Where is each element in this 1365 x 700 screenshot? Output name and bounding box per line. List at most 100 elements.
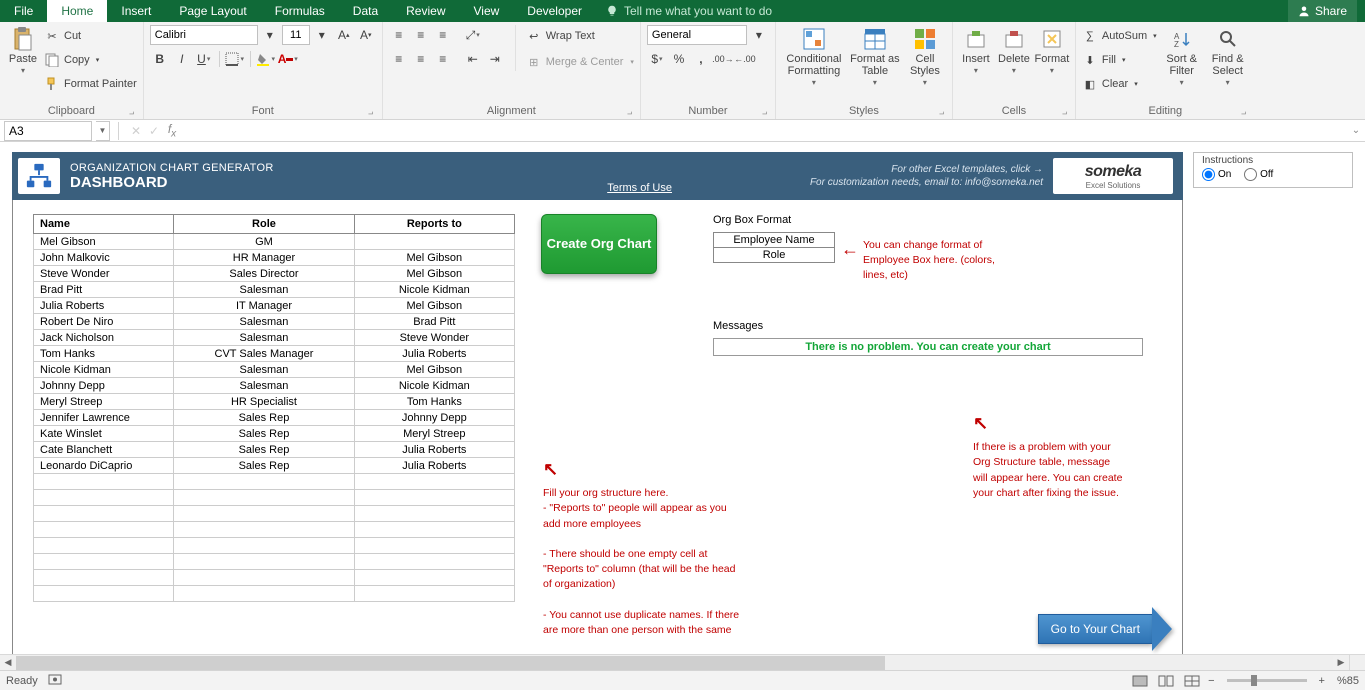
cell-reports[interactable]	[354, 234, 514, 250]
cell-role[interactable]: GM	[174, 234, 354, 250]
cell-empty[interactable]	[34, 522, 174, 538]
tab-file[interactable]: File	[0, 0, 47, 22]
table-row[interactable]	[34, 490, 515, 506]
align-right-button[interactable]: ≡	[433, 49, 453, 69]
cell-name[interactable]: Nicole Kidman	[34, 362, 174, 378]
format-as-table-button[interactable]: Format as Table	[850, 25, 900, 88]
tab-data[interactable]: Data	[339, 0, 392, 22]
cell-role[interactable]: HR Specialist	[174, 394, 354, 410]
bold-button[interactable]: B	[150, 49, 170, 69]
cell-empty[interactable]	[34, 506, 174, 522]
decrease-font-button[interactable]: A▾	[356, 25, 376, 45]
sort-filter-button[interactable]: AZSort & Filter	[1161, 25, 1203, 95]
share-button[interactable]: Share	[1288, 0, 1357, 22]
cell-role[interactable]: Salesman	[174, 282, 354, 298]
cell-role[interactable]: Sales Rep	[174, 458, 354, 474]
fill-color-button[interactable]: ▾	[256, 49, 276, 69]
name-box[interactable]	[4, 121, 92, 141]
worksheet[interactable]: ORGANIZATION CHART GENERATOR DASHBOARD T…	[0, 142, 1365, 670]
cell-empty[interactable]	[174, 554, 354, 570]
tell-me[interactable]: Tell me what you want to do	[606, 0, 772, 22]
copy-button[interactable]: Copy▾	[44, 49, 137, 71]
cell-name[interactable]: Mel Gibson	[34, 234, 174, 250]
someka-logo[interactable]: someka Excel Solutions	[1053, 158, 1173, 194]
cell-name[interactable]: Meryl Streep	[34, 394, 174, 410]
cell-reports[interactable]: Julia Roberts	[354, 346, 514, 362]
table-row[interactable]: Tom HanksCVT Sales ManagerJulia Roberts	[34, 346, 515, 362]
cell-role[interactable]: Sales Director	[174, 266, 354, 282]
tab-developer[interactable]: Developer	[513, 0, 596, 22]
cell-name[interactable]: Leonardo DiCaprio	[34, 458, 174, 474]
cell-empty[interactable]	[34, 538, 174, 554]
normal-view-button[interactable]	[1130, 673, 1150, 689]
borders-button[interactable]: ▾	[225, 49, 245, 69]
cell-role[interactable]: Salesman	[174, 378, 354, 394]
font-color-button[interactable]: A▾	[278, 49, 298, 69]
create-org-chart-button[interactable]: Create Org Chart	[541, 214, 657, 274]
number-format-dropdown[interactable]: ▾	[749, 25, 769, 45]
table-row[interactable]: Jack NicholsonSalesmanSteve Wonder	[34, 330, 515, 346]
instructions-off-radio[interactable]: Off	[1244, 168, 1273, 181]
cell-empty[interactable]	[354, 554, 514, 570]
table-row[interactable]: Jennifer LawrenceSales RepJohnny Depp	[34, 410, 515, 426]
cell-name[interactable]: Jack Nicholson	[34, 330, 174, 346]
italic-button[interactable]: I	[172, 49, 192, 69]
cell-empty[interactable]	[354, 586, 514, 602]
insert-cells-button[interactable]: Insert	[959, 25, 993, 76]
table-row[interactable]: Cate BlanchettSales RepJulia Roberts	[34, 442, 515, 458]
cell-role[interactable]: Salesman	[174, 330, 354, 346]
clear-button[interactable]: ◧Clear▾	[1082, 73, 1157, 95]
macro-record-icon[interactable]	[48, 672, 62, 689]
cell-reports[interactable]: Brad Pitt	[354, 314, 514, 330]
cell-role[interactable]: Salesman	[174, 314, 354, 330]
instructions-on-radio[interactable]: On	[1202, 168, 1231, 181]
terms-link[interactable]: Terms of Use	[607, 182, 672, 194]
org-box-preview[interactable]: Employee Name Role	[713, 232, 835, 263]
align-bottom-button[interactable]: ≡	[433, 25, 453, 45]
table-row[interactable]: Robert De NiroSalesmanBrad Pitt	[34, 314, 515, 330]
cell-role[interactable]: Salesman	[174, 362, 354, 378]
cell-reports[interactable]: Mel Gibson	[354, 362, 514, 378]
orientation-button[interactable]: ⤢▾	[463, 25, 483, 45]
number-format-select[interactable]	[647, 25, 747, 45]
table-row[interactable]: Julia RobertsIT ManagerMel Gibson	[34, 298, 515, 314]
cell-empty[interactable]	[34, 586, 174, 602]
formula-input[interactable]	[181, 121, 1347, 141]
col-reports-to[interactable]: Reports to	[354, 215, 514, 234]
cell-role[interactable]: IT Manager	[174, 298, 354, 314]
col-role[interactable]: Role	[174, 215, 354, 234]
table-row[interactable]	[34, 474, 515, 490]
cell-empty[interactable]	[174, 490, 354, 506]
align-left-button[interactable]: ≡	[389, 49, 409, 69]
cell-role[interactable]: Sales Rep	[174, 410, 354, 426]
decrease-decimal-button[interactable]: ←.00	[735, 49, 755, 69]
zoom-level[interactable]: %85	[1337, 675, 1359, 687]
accounting-format-button[interactable]: $▾	[647, 49, 667, 69]
cell-reports[interactable]: Julia Roberts	[354, 458, 514, 474]
horizontal-scrollbar[interactable]: ◀ ▶	[0, 654, 1349, 670]
cell-reports[interactable]: Nicole Kidman	[354, 282, 514, 298]
table-row[interactable]: Brad PittSalesmanNicole Kidman	[34, 282, 515, 298]
decrease-indent-button[interactable]: ⇤	[463, 49, 483, 69]
table-row[interactable]: Leonardo DiCaprioSales RepJulia Roberts	[34, 458, 515, 474]
name-box-dropdown[interactable]: ▼	[96, 121, 110, 141]
cell-reports[interactable]: Meryl Streep	[354, 426, 514, 442]
cell-empty[interactable]	[174, 522, 354, 538]
comma-format-button[interactable]: ,	[691, 49, 711, 69]
cell-empty[interactable]	[174, 506, 354, 522]
cell-reports[interactable]: Julia Roberts	[354, 442, 514, 458]
zoom-slider[interactable]	[1227, 679, 1307, 682]
font-name-dropdown[interactable]: ▾	[260, 25, 280, 45]
tab-view[interactable]: View	[460, 0, 514, 22]
tab-home[interactable]: Home	[47, 0, 107, 22]
font-name-input[interactable]	[150, 25, 258, 45]
cell-reports[interactable]: Steve Wonder	[354, 330, 514, 346]
increase-indent-button[interactable]: ⇥	[485, 49, 505, 69]
format-cells-button[interactable]: Format	[1035, 25, 1069, 76]
cell-reports[interactable]: Nicole Kidman	[354, 378, 514, 394]
col-name[interactable]: Name	[34, 215, 174, 234]
cell-reports[interactable]: Mel Gibson	[354, 250, 514, 266]
expand-formula-bar[interactable]: ⌄	[1347, 125, 1365, 136]
cell-empty[interactable]	[34, 474, 174, 490]
tab-formulas[interactable]: Formulas	[261, 0, 339, 22]
